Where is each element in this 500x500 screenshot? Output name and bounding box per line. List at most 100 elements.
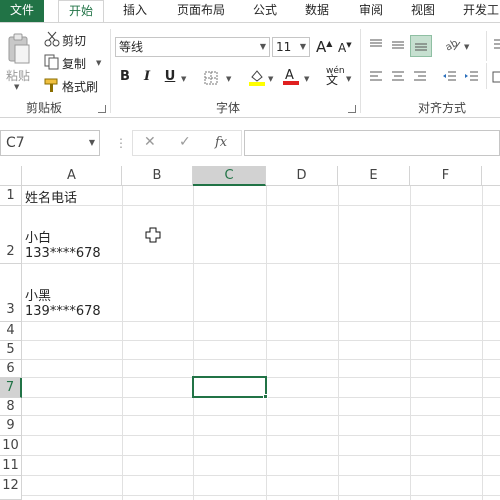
tab-insert[interactable]: 插入 — [114, 0, 156, 22]
column-header-b[interactable]: B — [122, 166, 193, 186]
fill-color-dropdown-icon[interactable]: ▼ — [268, 75, 273, 83]
increase-indent-icon[interactable] — [464, 69, 480, 88]
borders-dropdown-icon[interactable]: ▼ — [226, 75, 231, 83]
more-options-icon[interactable]: ⋮ — [115, 136, 127, 150]
row-header-8[interactable]: 8 — [0, 398, 22, 416]
tab-review[interactable]: 审阅 — [350, 0, 392, 22]
align-left-icon[interactable] — [368, 69, 384, 88]
copy-button[interactable]: 复制 — [62, 55, 86, 72]
fill-handle[interactable] — [263, 394, 268, 399]
merge-center-icon[interactable] — [492, 69, 500, 88]
orientation-icon[interactable]: ab — [444, 37, 462, 56]
column-header-a[interactable]: A — [22, 166, 122, 186]
underline-button[interactable]: U — [163, 69, 177, 84]
bold-button[interactable]: B — [118, 69, 132, 84]
chevron-down-icon: ▼ — [299, 42, 306, 51]
column-header-d[interactable]: D — [266, 166, 338, 186]
grid-line — [22, 415, 500, 416]
decrease-indent-icon[interactable] — [442, 69, 458, 88]
tab-home[interactable]: 开始 — [58, 0, 104, 23]
row-header-9[interactable]: 9 — [0, 416, 22, 436]
tab-developer[interactable]: 开发工 — [456, 0, 500, 22]
cursor-icon — [145, 227, 161, 246]
column-header-e[interactable]: E — [338, 166, 410, 186]
font-color-icon[interactable]: A — [282, 67, 300, 88]
format-painter-icon[interactable] — [44, 77, 60, 96]
chevron-down-icon: ▼ — [88, 138, 95, 147]
orientation-dropdown-icon[interactable]: ▼ — [464, 43, 469, 51]
row-header-12[interactable]: 12 — [0, 476, 22, 500]
font-launcher-icon[interactable] — [348, 105, 356, 113]
font-size-combo[interactable]: 11 ▼ — [272, 37, 310, 57]
tab-view[interactable]: 视图 — [402, 0, 444, 22]
tab-page-layout[interactable]: 页面布局 — [166, 0, 236, 22]
align-right-icon[interactable] — [412, 69, 428, 88]
formula-input[interactable] — [244, 130, 500, 156]
copy-dropdown-icon[interactable]: ▼ — [96, 59, 101, 67]
tab-file[interactable]: 文件 — [0, 0, 44, 22]
grid-line — [482, 186, 483, 500]
group-divider — [110, 29, 111, 113]
name-box[interactable]: C7 ▼ — [0, 130, 100, 156]
ribbon-tab-bar: 文件 开始 插入 页面布局 公式 数据 审阅 视图 开发工 — [0, 0, 500, 23]
wrap-text-icon[interactable] — [492, 37, 500, 56]
column-header-f[interactable]: F — [410, 166, 482, 186]
cell-a1[interactable]: 姓名电话 — [22, 187, 77, 206]
decrease-font-size-icon[interactable]: A▼ — [338, 41, 352, 55]
fill-color-icon[interactable] — [248, 68, 266, 89]
row-header-2[interactable]: 2 — [0, 206, 22, 264]
copy-icon[interactable] — [44, 54, 60, 73]
grid-line — [22, 321, 500, 322]
grid-line — [338, 186, 339, 500]
row-header-10[interactable]: 10 — [0, 436, 22, 456]
align-center-icon[interactable] — [390, 69, 406, 88]
tab-formulas[interactable]: 公式 — [244, 0, 286, 22]
font-name-combo[interactable]: 等线 ▼ — [115, 37, 270, 57]
selected-cell-c7[interactable] — [192, 376, 267, 398]
row-header-5[interactable]: 5 — [0, 341, 22, 360]
top-align-icon[interactable] — [368, 37, 384, 56]
select-all-corner[interactable] — [0, 166, 22, 186]
bottom-align-icon[interactable] — [410, 35, 432, 57]
row-header-7[interactable]: 7 — [0, 378, 22, 398]
row-header-11[interactable]: 11 — [0, 456, 22, 476]
grid-line — [22, 455, 500, 456]
format-painter-button[interactable]: 格式刷 — [62, 78, 98, 95]
cut-icon[interactable] — [44, 31, 60, 50]
underline-dropdown-icon[interactable]: ▼ — [181, 75, 186, 83]
insert-function-icon[interactable]: fx — [215, 135, 227, 150]
group-divider — [486, 31, 487, 61]
phonetic-guide-icon[interactable]: wén 文 — [326, 67, 345, 87]
row-header-6[interactable]: 6 — [0, 360, 22, 378]
row-header-4[interactable]: 4 — [0, 322, 22, 341]
grid-line — [266, 186, 267, 500]
row-header-3[interactable]: 3 — [0, 264, 22, 322]
enter-icon[interactable]: ✓ — [179, 134, 191, 150]
chevron-down-icon: ▼ — [259, 42, 266, 51]
grid-line — [22, 435, 500, 436]
cut-button[interactable]: 剪切 — [62, 32, 86, 49]
font-color-dropdown-icon[interactable]: ▼ — [304, 75, 309, 83]
tab-data[interactable]: 数据 — [296, 0, 338, 22]
group-divider — [360, 29, 361, 113]
cell-a3-line1[interactable]: 小黑 — [22, 285, 51, 304]
borders-icon[interactable] — [204, 71, 218, 88]
ribbon: 粘贴 ▼ 剪切 复制 ▼ 格式刷 剪贴板 等线 ▼ 11 ▼ A▲ A▼ B I… — [0, 22, 500, 118]
paste-icon — [8, 33, 30, 64]
increase-font-size-icon[interactable]: A▲ — [316, 38, 332, 56]
phonetic-dropdown-icon[interactable]: ▼ — [346, 75, 351, 83]
cancel-icon[interactable]: ✕ — [144, 134, 156, 150]
paste-button[interactable] — [6, 33, 32, 68]
column-header-c[interactable]: C — [193, 166, 266, 186]
row-header-1[interactable]: 1 — [0, 186, 22, 206]
middle-align-icon[interactable] — [390, 37, 406, 56]
cell-a2-line1[interactable]: 小白 — [22, 227, 51, 246]
cell-a3-line2[interactable]: 139****678 — [22, 304, 101, 319]
grid-line — [410, 186, 411, 500]
cell-a2-line2[interactable]: 133****678 — [22, 246, 101, 261]
paste-dropdown-icon[interactable]: ▼ — [14, 83, 19, 91]
grid-line — [22, 359, 500, 360]
clipboard-launcher-icon[interactable] — [98, 105, 106, 113]
name-box-value: C7 — [6, 135, 25, 151]
italic-button[interactable]: I — [140, 69, 154, 84]
